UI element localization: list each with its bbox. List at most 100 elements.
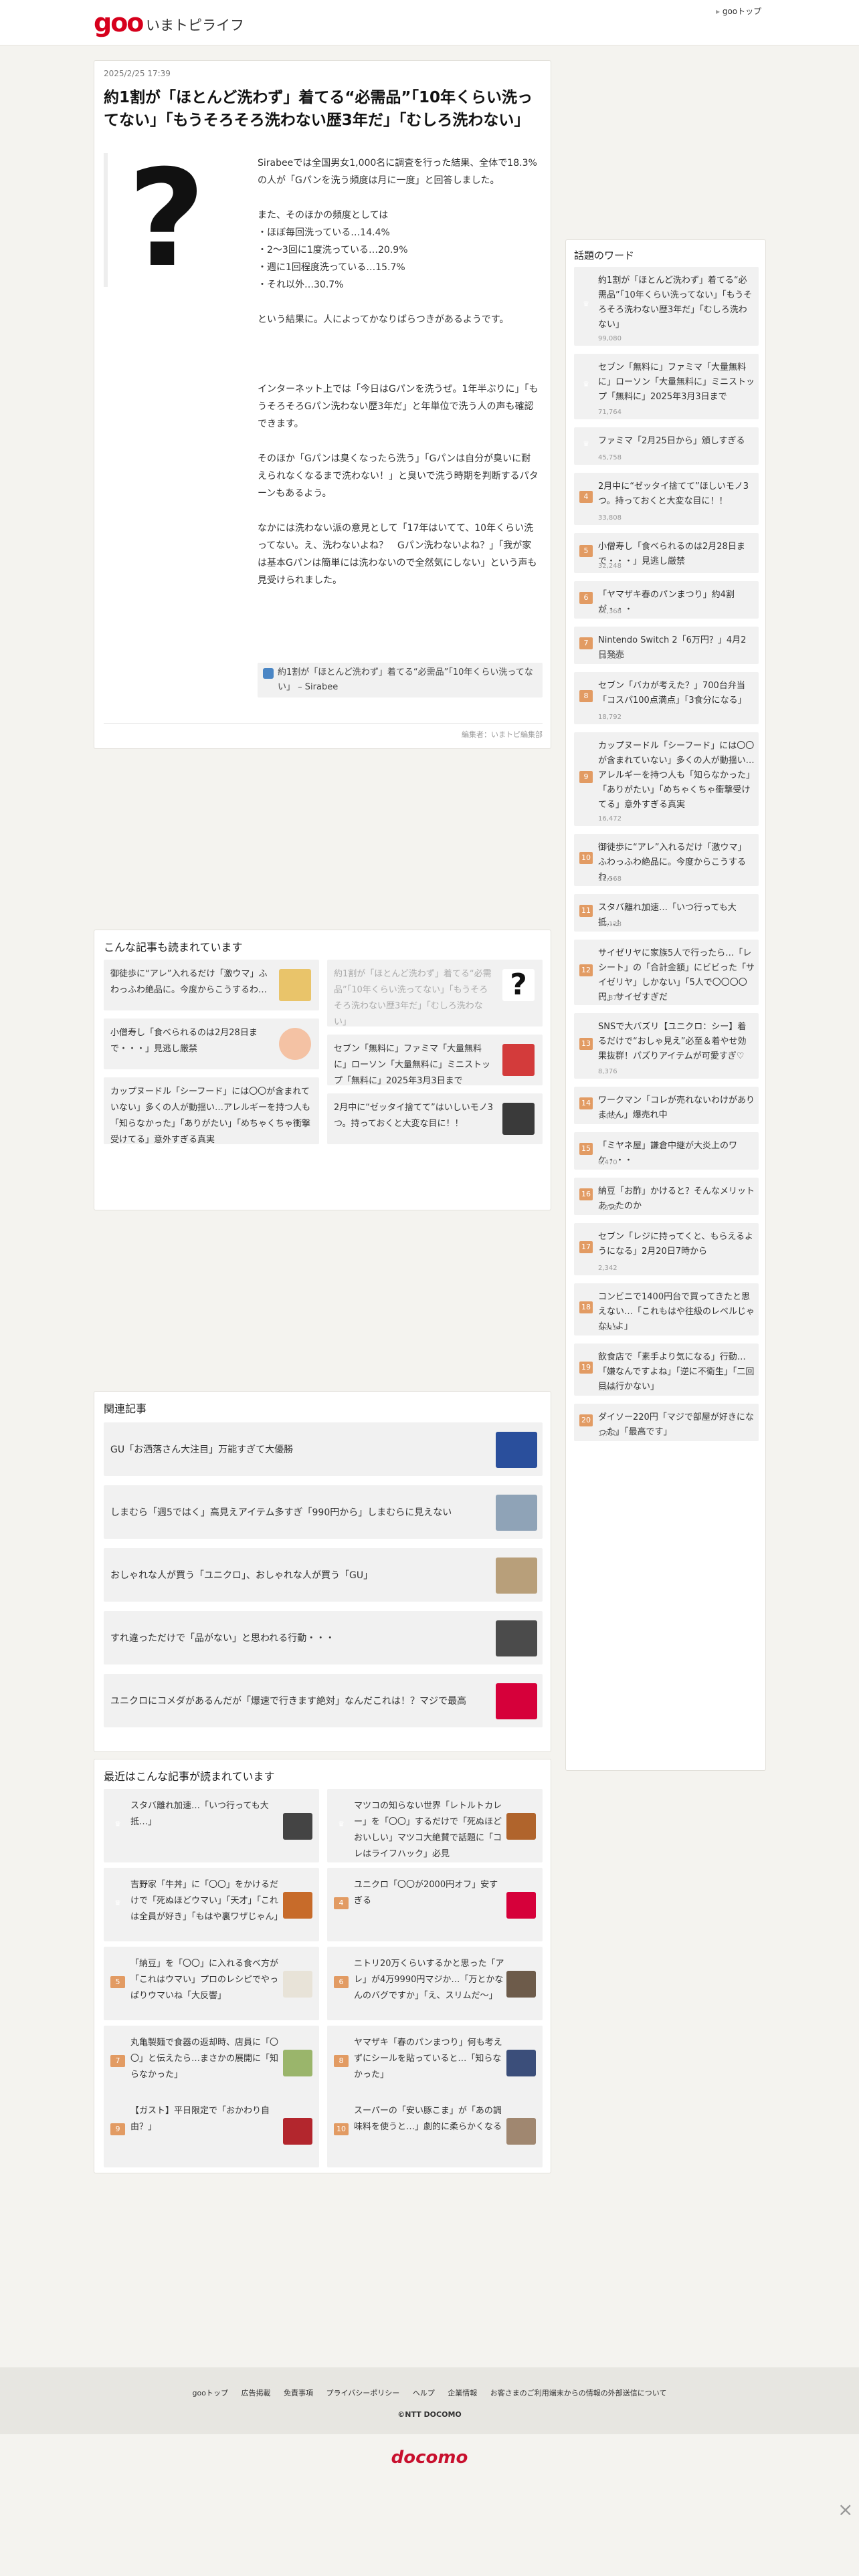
item-thumbnail (506, 1892, 536, 1919)
item-text: 「納豆」を「〇〇」に入れる食べ方が「これはウマい」プロのレシピでやっぱりウマいね… (130, 1959, 279, 2001)
article-paragraph: なかには洗わない派の意見として「17年はいてて、10年くらい洗ってない。え、洗わ… (258, 523, 537, 586)
recent-item[interactable]: 10 スーパーの「安い豚こま」が「あの調味料を使うと…」劇的に柔らかくなる (327, 2094, 543, 2167)
recent-item[interactable]: 8 ヤマザキ「春のパンまつり」何も考えずにシールを貼っていると…「知らなかった」 (327, 2026, 543, 2099)
trending-item[interactable]: 17 セブン「レジに持ってくと、もらえるようになる」2月20日7時から 2,342 (574, 1223, 759, 1275)
trending-item[interactable]: 19 飲食店で「素手より気になる」行動…「嫌なんですよね」「逆に不衛生」「二回目は… (574, 1344, 759, 1396)
trending-item[interactable]: ♛ セブン「無料に」ファミマ「大量無料に」ローソン「大量無料に」ミニストップ「無料… (574, 354, 759, 419)
also-read-item[interactable]: セブン「無料に」ファミマ「大量無料に」ローソン「大量無料に」ミニストップ「無料に… (327, 1035, 543, 1086)
footer-link[interactable]: 広告掲載 (242, 2389, 271, 2397)
site-name[interactable]: いまトピライフ (146, 15, 244, 35)
trending-item[interactable]: 4 2月中に“ゼッタイ捨てて”ほしいモノ3つ。持っておくと大変な目に！！ 33,80… (574, 473, 759, 525)
related-item[interactable]: GU「お洒落さん大注目」万能すぎて大優勝 (104, 1422, 543, 1476)
trending-sidebar: 話題のワード ♛ 約1割が「ほとんど洗わず」着てる“必需品”「10年くらい洗ってな… (565, 239, 766, 1771)
related-item[interactable]: しまむら「週5ではく」高見えアイテム多すぎ「990円から」しまむらに見えない (104, 1485, 543, 1539)
recent-item[interactable]: 6 ニトリ20万くらいするかと思った「アレ」が4万9990円マジか…「万とかなん… (327, 1947, 543, 2020)
also-read-item[interactable]: 小僧寿し「食べられるのは2月28日まで・・・」見逃し厳禁 (104, 1018, 319, 1069)
item-thumbnail (283, 2118, 312, 2145)
docomo-logo[interactable]: docomo (0, 2448, 859, 2468)
also-read-item[interactable]: カップヌードル「シーフード」には〇〇が含まれていない」多くの人が動揺い…アレルギ… (104, 1077, 319, 1145)
also-read-item[interactable]: 2月中に“ゼッタイ捨てて”はいしいモノ3つ。持っておくと大変な目に！！ (327, 1093, 543, 1144)
recent-item[interactable]: ♛ 吉野家「牛丼」に「〇〇」をかけるだけで「死ぬほどウマい」「天才」「これは全員… (104, 1868, 319, 1941)
source-link[interactable]: 約1割が「ほとんど洗わず」着てる“必需品”「10年くらい洗ってない」 – Sir… (258, 663, 543, 697)
recent-item[interactable]: 7 丸亀製麺で食器の返却時、店員に「〇〇」と伝えたら…まさかの展開に「知らなかっ… (104, 2026, 319, 2099)
footer-link[interactable]: 企業情報 (448, 2389, 477, 2397)
item-thumbnail (496, 1683, 537, 1719)
trending-item[interactable]: ♛ 約1割が「ほとんど洗わず」着てる“必需品”「10年くらい洗ってない」「もうそろ… (574, 267, 759, 346)
footer-link[interactable]: 免責事項 (284, 2389, 313, 2397)
footer-link[interactable]: ヘルプ (413, 2389, 435, 2397)
crown-icon: ♛ (338, 1820, 345, 1828)
item-text: 御徒歩に“アレ”入れるだけ「激ウマ」ふわっふわ絶品に。今度からこうするわ… (110, 969, 268, 995)
view-count: 45,758 (598, 454, 622, 461)
article-paragraph (258, 346, 539, 363)
article-paragraph: という結果に。人によってかなりばらつきがあるようです。 (258, 314, 509, 325)
trending-item[interactable]: 5 小僧寿し「食べられるのは2月28日まで・・・」見逃し厳禁 32,248 (574, 533, 759, 573)
rank-badge: 17 (579, 1241, 593, 1253)
trending-item[interactable]: 9 カップヌードル「シーフード」には〇〇が含まれていない」多くの人が動揺い…アレル… (574, 732, 759, 826)
related-item[interactable]: すれ違っただけで「品がない」と思われる行動・・・ (104, 1611, 543, 1665)
trending-item[interactable]: 12 サイゼリヤに家族5人で行ったら…「レシート」の「合計金額」にビビった「サイゼ… (574, 940, 759, 1005)
crown-icon: ♛ (583, 300, 589, 308)
goo-logo[interactable]: goo (94, 8, 144, 37)
rank-badge: 12 (579, 964, 593, 976)
recent-item[interactable]: 5 「納豆」を「〇〇」に入れる食べ方が「これはウマい」プロのレシピでやっぱりウマ… (104, 1947, 319, 2020)
item-text: Nintendo Switch 2「6万円？」4月2日発売 (598, 635, 747, 660)
article-paragraph: インターネット上では「今日はGパンを洗うぜ。1年半ぶりに」「もうそろそろGパン洗… (258, 384, 539, 429)
also-read-section: こんな記事も読まれています 御徒歩に“アレ”入れるだけ「激ウマ」ふわっふわ絶品に… (94, 930, 551, 1210)
related-item[interactable]: ユニクロにコメダがあるんだが「爆速で行きます絶対」なんだこれは！？マジで最高 (104, 1674, 543, 1727)
trending-item[interactable]: 10 御徒歩に“アレ”入れるだけ「激ウマ」ふわっふわ絶品に。今度からこうするわ… 1… (574, 834, 759, 886)
view-count: 32,248 (598, 562, 622, 570)
goo-top-link[interactable]: gooトップ (716, 5, 761, 17)
item-text: 約1割が「ほとんど洗わず」着てる“必需品”「10年くらい洗ってない」「もうそろそ… (334, 969, 492, 1027)
crown-icon: ♛ (583, 439, 589, 448)
article-body: Sirabeeでは全国男女1,000名に調査を行った結果、全体で18.3%の人が… (258, 154, 539, 607)
trending-item[interactable]: 18 コンビニで1400円台で買ってきたと思えない…「これもはや往級のレベルじゃな… (574, 1283, 759, 1335)
item-text: マツコの知らない世界「レトルトカレー」を「〇〇」するだけで「死ぬほどおいしい」マ… (354, 1801, 502, 1859)
recent-item[interactable]: 9 【ガスト】平日限定で「おかわり自由？」 (104, 2094, 319, 2167)
also-read-item[interactable]: 御徒歩に“アレ”入れるだけ「激ウマ」ふわっふわ絶品に。今度からこうするわ… (104, 960, 319, 1010)
trending-item[interactable]: 6 「ヤマザキ春のパンまつり」約4割が・・・ 31,368 (574, 581, 759, 619)
footer-link[interactable]: gooトップ (193, 2389, 228, 2397)
close-icon[interactable]: × (838, 2498, 853, 2520)
item-thumbnail (283, 1971, 312, 1998)
trending-item[interactable]: ♛ ファミマ「2月25日から」頒しすぎる 45,758 (574, 427, 759, 465)
item-thumbnail (496, 1495, 537, 1531)
recent-item[interactable]: ♛ スタバ離れ加速…「いつ行っても大抵…」 (104, 1789, 319, 1862)
trending-item[interactable]: 14 ワークマン「コレが売れないわけがありません」爆売れ中 7,440 (574, 1087, 759, 1124)
item-text: 飲食店で「素手より気になる」行動…「嫌なんですよね」「逆に不衛生」「二回目は行か… (598, 1352, 755, 1392)
rank-badge: 6 (579, 592, 593, 604)
item-text: ダイソー220円「マジで部屋が好きになった」「最高です」 (598, 1412, 754, 1437)
crown-icon: ♛ (583, 380, 589, 389)
trending-item[interactable]: 13 SNSで大バズリ【ユニクロ：シー】着るだけで“おしゃ見え”必至＆着やせ効果抜… (574, 1013, 759, 1079)
rank-badge: 8 (579, 690, 593, 702)
footer-link[interactable]: お客さまのご利用端末からの情報の外部送信について (490, 2389, 667, 2397)
rank-badge: 19 (579, 1362, 593, 1374)
rank-badge: 16 (579, 1188, 593, 1200)
item-thumbnail (283, 2050, 312, 2076)
item-text: ヤマザキ「春のパンまつり」何も考えずにシールを貼っていると…「知らなかった」 (354, 2038, 502, 2080)
trending-item[interactable]: 16 納豆「お酢」かけると？そんなメリットあったのか 4,592 (574, 1178, 759, 1215)
item-text: 【ガスト】平日限定で「おかわり自由？」 (130, 2106, 270, 2132)
rank-badge: 4 (579, 491, 593, 503)
item-text: ワークマン「コレが売れないわけがありません」爆売れ中 (598, 1095, 755, 1120)
trending-item[interactable]: 11 スタバ離れ加速…「いつ行っても大抵…」 11,128 (574, 894, 759, 932)
item-text: GU「お洒落さん大注目」万能すぎて大優勝 (110, 1444, 294, 1455)
item-text: 「ヤマザキ春のパンまつり」約4割が・・・ (598, 590, 735, 615)
trending-item[interactable]: 8 セブン「バカが考えた？」700台弁当「コスパ100点満点」「3食分になる」 18… (574, 672, 759, 724)
item-thumbnail (506, 1813, 536, 1840)
also-read-item[interactable]: 約1割が「ほとんど洗わず」着てる“必需品”「10年くらい洗ってない」「もうそろそ… (327, 960, 543, 1027)
related-item[interactable]: おしゃれな人が買う「ユニクロ」、おしゃれな人が買う「GU」 (104, 1548, 543, 1602)
view-count: 99,080 (598, 335, 622, 342)
footer-link[interactable]: プライバシーポリシー (326, 2389, 400, 2397)
trending-item[interactable]: 15 「ミヤネ屋」謙倉中継が大炎上のワケ・・・ 6,470 (574, 1132, 759, 1170)
trending-item[interactable]: 20 ダイソー220円「マジで部屋が好きになった」「最高です」 1,760 (574, 1404, 759, 1441)
recent-item[interactable]: ♛ マツコの知らない世界「レトルトカレー」を「〇〇」するだけで「死ぬほどおいしい… (327, 1789, 543, 1862)
section-title: 話題のワード (574, 249, 635, 261)
source-link-text: 約1割が「ほとんど洗わず」着てる“必需品”「10年くらい洗ってない」 – Sir… (278, 667, 533, 692)
item-text: 2月中に“ゼッタイ捨てて”ほしいモノ3つ。持っておくと大変な目に！！ (598, 481, 749, 506)
recent-item[interactable]: 4 ユニクロ「〇〇が2000円オフ」安すぎる (327, 1868, 543, 1941)
item-text: おしゃれな人が買う「ユニクロ」、おしゃれな人が買う「GU」 (110, 1570, 373, 1581)
item-thumbnail (283, 1813, 312, 1840)
trending-item[interactable]: 7 Nintendo Switch 2「6万円？」4月2日発売 16,832 (574, 627, 759, 664)
rank-badge: 11 (579, 905, 593, 917)
